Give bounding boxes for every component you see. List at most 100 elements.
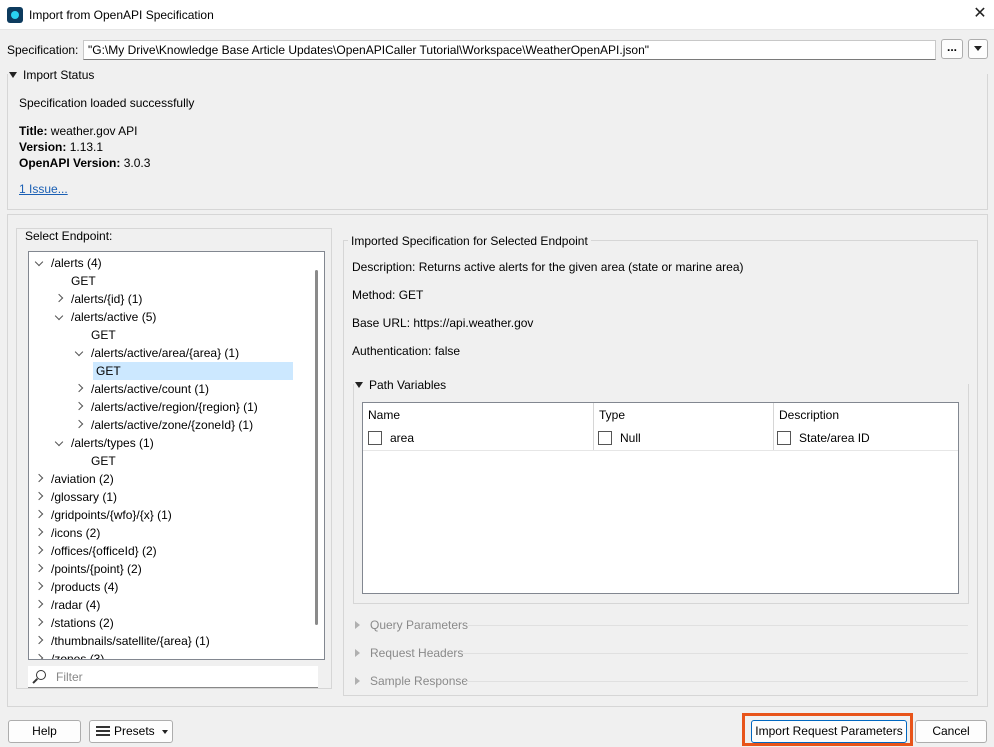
chevron-right-icon[interactable] — [74, 419, 84, 429]
chevron-right-icon[interactable] — [34, 635, 44, 645]
chevron-down-icon[interactable] — [34, 257, 44, 267]
chevron-right-icon[interactable] — [34, 509, 44, 519]
cell-description-value: State/area ID — [799, 431, 870, 445]
divider — [462, 653, 968, 654]
tree-item-label: /products (4) — [51, 580, 119, 594]
tree-item-label: /alerts/active/area/{area} (1) — [91, 346, 240, 360]
tree-item-label: /stations (2) — [51, 616, 114, 630]
path-variables-header[interactable]: Path Variables — [355, 378, 451, 392]
tree-item-label: /aviation (2) — [51, 472, 114, 486]
tree-leaf-item[interactable]: GET — [91, 326, 116, 344]
specification-path-input[interactable] — [83, 40, 936, 60]
import-status-header[interactable]: Import Status — [9, 68, 99, 82]
query-parameters-title: Query Parameters — [370, 618, 469, 632]
presets-button[interactable]: Presets — [89, 720, 173, 743]
chevron-right-icon[interactable] — [34, 617, 44, 627]
tree-node-item[interactable]: /products (4) — [33, 578, 118, 596]
path-variables-table[interactable]: Name Type Description area Null State/ar… — [362, 402, 959, 594]
column-divider — [773, 403, 774, 450]
tree-node-item[interactable]: /radar (4) — [33, 596, 100, 614]
tree-node-item[interactable]: /offices/{officeId} (2) — [33, 542, 157, 560]
tree-node-item[interactable]: /zones (3) — [33, 650, 104, 659]
window-title: Import from OpenAPI Specification — [29, 8, 214, 22]
checkbox[interactable] — [777, 431, 791, 445]
tree-item-label: /radar (4) — [51, 598, 101, 612]
imported-spec-title: Imported Specification for Selected Endp… — [348, 234, 591, 248]
cell-description[interactable]: State/area ID — [777, 431, 870, 445]
issues-link[interactable]: 1 Issue... — [19, 182, 68, 196]
spec-title: Title: weather.gov API — [19, 124, 138, 138]
openapi-version-value: 3.0.3 — [120, 156, 151, 170]
chevron-right-icon[interactable] — [34, 563, 44, 573]
column-divider — [593, 403, 594, 450]
tree-scrollbar[interactable] — [315, 270, 318, 625]
chevron-right-icon[interactable] — [54, 293, 64, 303]
endpoint-authentication: Authentication: false — [352, 344, 461, 358]
spec-title-value: weather.gov API — [47, 124, 138, 138]
close-icon[interactable]: ✕ — [970, 4, 990, 24]
tree-node-item[interactable]: /aviation (2) — [33, 470, 114, 488]
chevron-right-icon[interactable] — [34, 653, 44, 659]
checkbox[interactable] — [368, 431, 382, 445]
help-button[interactable]: Help — [8, 720, 81, 743]
chevron-down-icon — [974, 46, 982, 51]
tree-node-item[interactable]: /glossary (1) — [33, 488, 117, 506]
column-header-type[interactable]: Type — [599, 408, 625, 422]
spec-menu-button[interactable] — [968, 39, 988, 59]
chevron-right-icon[interactable] — [34, 599, 44, 609]
tree-node-item[interactable]: /alerts/active/count (1) — [73, 380, 209, 398]
tree-node-item[interactable]: /gridpoints/{wfo}/{x} (1) — [33, 506, 172, 524]
tree-item-label: /thumbnails/satellite/{area} (1) — [51, 634, 210, 648]
tree-node-item[interactable]: /alerts/types (1) — [53, 434, 154, 452]
chevron-right-icon[interactable] — [34, 473, 44, 483]
cell-name[interactable]: area — [368, 431, 414, 445]
tree-leaf-item[interactable]: GET — [93, 362, 293, 380]
endpoint-tree[interactable]: /alerts (4) GET/alerts/{id} (1) /alerts/ac… — [28, 251, 325, 660]
expand-arrow-icon — [355, 649, 360, 657]
column-header-name[interactable]: Name — [368, 408, 400, 422]
tree-node-item[interactable]: /alerts/active (5) — [53, 308, 156, 326]
tree-node-item[interactable]: /points/{point} (2) — [33, 560, 142, 578]
chevron-right-icon[interactable] — [34, 527, 44, 537]
tree-leaf-item[interactable]: GET — [91, 452, 116, 470]
tree-node-item[interactable]: /alerts/{id} (1) — [53, 290, 142, 308]
query-parameters-section[interactable]: Query Parameters — [355, 618, 468, 632]
tree-item-label: /alerts/active/zone/{zoneId} (1) — [91, 418, 254, 432]
spec-version-value: 1.13.1 — [66, 140, 104, 154]
chevron-down-icon[interactable] — [54, 437, 64, 447]
openapi-version: OpenAPI Version: 3.0.3 — [19, 156, 150, 170]
chevron-right-icon[interactable] — [74, 383, 84, 393]
sample-response-section[interactable]: Sample Response — [355, 674, 468, 688]
tree-item-label: /points/{point} (2) — [51, 562, 142, 576]
spec-title-label: Title: — [19, 124, 48, 138]
tree-leaf-item[interactable]: GET — [71, 272, 96, 290]
tree-node-item[interactable]: /alerts/active/region/{region} (1) — [73, 398, 258, 416]
column-header-description[interactable]: Description — [779, 408, 839, 422]
tree-item-label: /alerts/active/region/{region} (1) — [91, 400, 258, 414]
status-message: Specification loaded successfully — [19, 96, 195, 110]
tree-node-item[interactable]: /alerts (4) — [33, 254, 102, 272]
tree-node-item[interactable]: /alerts/active/zone/{zoneId} (1) — [73, 416, 253, 434]
tree-node-item[interactable]: /thumbnails/satellite/{area} (1) — [33, 632, 210, 650]
cancel-button[interactable]: Cancel — [915, 720, 987, 743]
cell-type-value: Null — [620, 431, 641, 445]
tree-node-item[interactable]: /stations (2) — [33, 614, 114, 632]
presets-label: Presets — [114, 724, 155, 738]
chevron-down-icon[interactable] — [54, 311, 64, 321]
browse-button[interactable]: ... — [941, 39, 963, 59]
chevron-right-icon[interactable] — [34, 581, 44, 591]
chevron-down-icon[interactable] — [74, 347, 84, 357]
tree-node-item[interactable]: /alerts/active/area/{area} (1) — [73, 344, 239, 362]
tree-item-label: /alerts/active/count (1) — [91, 382, 210, 396]
cell-type[interactable]: Null — [598, 431, 641, 445]
import-request-parameters-button[interactable]: Import Request Parameters — [751, 720, 907, 743]
chevron-right-icon[interactable] — [74, 401, 84, 411]
chevron-right-icon[interactable] — [34, 545, 44, 555]
filter-input[interactable]: Filter — [28, 666, 318, 688]
tree-node-item[interactable]: /icons (2) — [33, 524, 100, 542]
filter-placeholder: Filter — [56, 670, 83, 684]
checkbox[interactable] — [598, 431, 612, 445]
title-bar: Import from OpenAPI Specification ✕ — [0, 0, 994, 30]
chevron-right-icon[interactable] — [34, 491, 44, 501]
request-headers-section[interactable]: Request Headers — [355, 646, 463, 660]
